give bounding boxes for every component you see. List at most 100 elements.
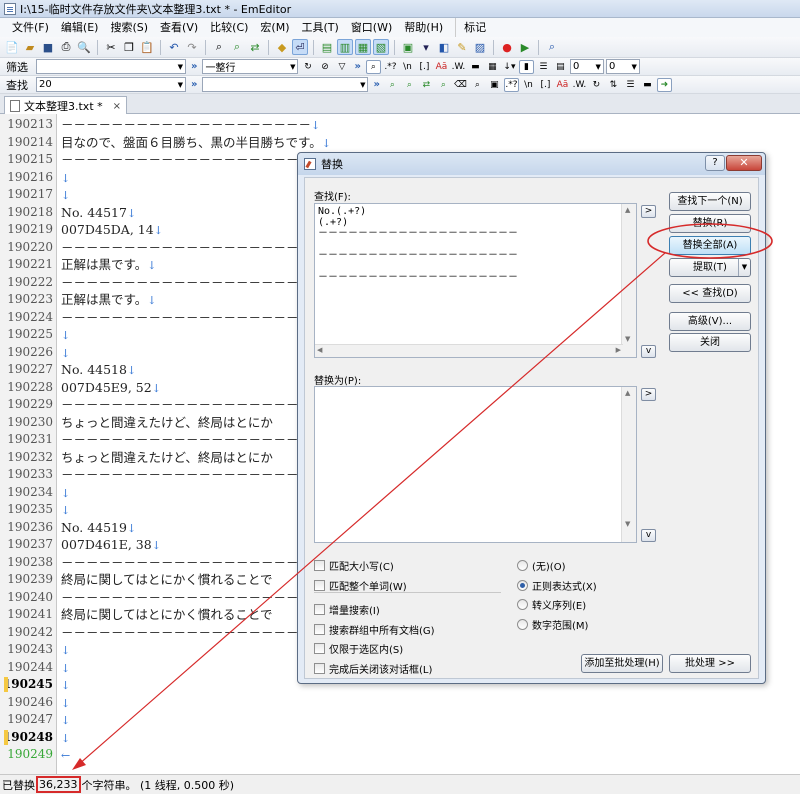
menu-help[interactable]: 帮助(H) [398, 18, 449, 37]
checkbox-box[interactable] [314, 663, 325, 674]
radio-circle[interactable] [517, 560, 528, 571]
checkbox-box[interactable] [314, 580, 325, 591]
cut-icon[interactable]: ✂ [103, 39, 119, 55]
regex-toggle-icon[interactable]: .*? [383, 60, 398, 74]
plugin-icon[interactable]: ◧ [436, 39, 452, 55]
find-next-icon[interactable]: ⌕ [402, 78, 417, 92]
option-checkbox[interactable]: 增量搜索(I) [314, 602, 380, 617]
radio-circle[interactable] [517, 599, 528, 610]
find-prev-icon[interactable]: ⌕ [385, 78, 400, 92]
replace-bar-icon[interactable]: ⇄ [419, 78, 434, 92]
context-icon[interactable]: ▤ [553, 60, 568, 74]
highlight-icon[interactable]: ◆ [274, 39, 290, 55]
minus-icon[interactable]: ▬ [468, 60, 483, 74]
replace-expand-button[interactable]: v [641, 529, 656, 542]
replace-with-textarea[interactable]: ▲ ▼ [314, 386, 637, 543]
chart-icon[interactable]: ▨ [472, 39, 488, 55]
find-all-icon[interactable]: ⌕ [436, 78, 451, 92]
advanced-filter-icon[interactable]: ▽ [334, 60, 349, 74]
column-icon[interactable]: ▥ [337, 39, 353, 55]
help-button[interactable]: ? [705, 155, 725, 171]
erase-icon[interactable]: ⌫ [453, 78, 468, 92]
filter-input[interactable]: ▼ [36, 59, 186, 74]
close-icon[interactable]: × [113, 101, 121, 112]
find-go-icon[interactable]: ➜ [656, 77, 672, 92]
new-file-icon[interactable]: 📄 [4, 39, 20, 55]
replace-all-button[interactable]: 替换全部(A) [669, 236, 751, 255]
copy-icon[interactable]: ❐ [121, 39, 137, 55]
find-bar-settings-icon[interactable]: ▬ [640, 78, 655, 92]
overflow-chevron-icon[interactable]: » [188, 79, 200, 90]
checkbox-box[interactable] [314, 624, 325, 635]
search-files-icon[interactable]: ⌕ [544, 39, 560, 55]
add-to-batch-button[interactable]: 添加至批处理(H) [581, 654, 663, 673]
find-collapse-button[interactable]: << 查找(D) [669, 284, 751, 303]
option-checkbox[interactable]: 匹配大小写(C) [314, 558, 394, 573]
menu-window[interactable]: 窗口(W) [345, 18, 398, 37]
find-escape-icon[interactable]: \n [521, 78, 536, 92]
view-icon[interactable]: ▤ [319, 39, 335, 55]
print-icon[interactable]: ⎙ [58, 39, 74, 55]
find-regex-icon[interactable]: .*? [503, 77, 519, 92]
bookmark-filter-icon[interactable]: ▮ [518, 59, 534, 74]
range-toggle-icon[interactable]: [.] [417, 60, 432, 74]
config-icon[interactable]: ▣ [400, 39, 416, 55]
word-toggle-icon[interactable]: .W. [451, 60, 466, 74]
record-macro-icon[interactable]: ● [499, 39, 515, 55]
extract-button[interactable]: 提取(T) ▼ [669, 258, 751, 277]
encoding-icon[interactable]: ▾ [418, 39, 434, 55]
context-before-spinner[interactable]: 0 ▼ [569, 59, 604, 74]
save-icon[interactable]: ■ [40, 39, 56, 55]
find-input[interactable]: 20 ▼ [36, 77, 186, 92]
outline-icon[interactable]: ▧ [373, 39, 389, 55]
find-what-textarea[interactable]: No.(.+?) (.+?) －－－－－－－－－－－－－－－－－－－－ －－－－… [314, 203, 637, 358]
replace-icon[interactable]: ⇄ [247, 39, 263, 55]
batch-button[interactable]: 批处理 >> [669, 654, 751, 673]
search-mode-radio[interactable]: (无)(O) [517, 558, 565, 573]
run-macro-icon[interactable]: ▶ [517, 39, 533, 55]
escape-toggle-icon[interactable]: \n [400, 60, 415, 74]
menu-compare[interactable]: 比较(C) [204, 18, 254, 37]
find-vertical-scrollbar[interactable]: ▲ ▼ [621, 204, 636, 357]
advanced-button[interactable]: 高级(V)... [669, 312, 751, 331]
checkbox-box[interactable] [314, 643, 325, 654]
radio-circle[interactable] [517, 619, 528, 630]
marker-icon[interactable]: ✎ [454, 39, 470, 55]
menu-macro[interactable]: 宏(M) [254, 18, 295, 37]
table-icon[interactable]: ▦ [485, 60, 500, 74]
option-checkbox[interactable]: 完成后关闭该对话框(L) [314, 661, 432, 676]
menu-edit[interactable]: 编辑(E) [55, 18, 105, 37]
option-checkbox[interactable]: 搜索群组中所有文档(G) [314, 622, 435, 637]
find-mark-icon[interactable]: ☰ [623, 78, 638, 92]
paste-icon[interactable]: 📋 [139, 39, 155, 55]
redo-icon[interactable]: ↷ [184, 39, 200, 55]
checkbox-box[interactable] [314, 604, 325, 615]
find-wrap-icon[interactable]: ↻ [589, 78, 604, 92]
find-next-button[interactable]: 查找下一个(N) [669, 192, 751, 211]
wrap-icon[interactable]: ⏎ [292, 39, 308, 55]
open-file-icon[interactable]: ▰ [22, 39, 38, 55]
filter-down-icon[interactable]: ↓▾ [502, 60, 517, 74]
replace-vertical-scrollbar[interactable]: ▲ ▼ [621, 387, 636, 542]
print-preview-icon[interactable]: 🔍 [76, 39, 92, 55]
context-after-spinner[interactable]: 0 ▼ [605, 59, 640, 74]
case-toggle-icon[interactable]: Aā [434, 60, 449, 74]
refresh-icon[interactable]: ↻ [300, 60, 315, 74]
tab-document[interactable]: 文本整理3.txt * × [4, 96, 128, 115]
option-checkbox[interactable]: 仅限于选区内(S) [314, 641, 403, 656]
menu-view[interactable]: 查看(V) [154, 18, 204, 37]
find-swap-icon[interactable]: ⇅ [606, 78, 621, 92]
search-mode-radio[interactable]: 转义序列(E) [517, 597, 586, 612]
find-extra-select[interactable]: ▼ [202, 77, 369, 92]
menu-tools[interactable]: 工具(T) [296, 18, 345, 37]
checkbox-box[interactable] [314, 560, 325, 571]
overflow-chevron-icon[interactable]: » [370, 79, 382, 90]
search-mode-radio[interactable]: 正则表达式(X) [517, 578, 597, 593]
overflow-chevron-icon[interactable]: » [351, 61, 363, 72]
split-icon[interactable]: ▦ [355, 39, 371, 55]
close-button[interactable]: 关闭 [669, 333, 751, 352]
bookmark-all-icon[interactable]: ▣ [487, 78, 502, 92]
clear-filter-icon[interactable]: ⊘ [317, 60, 332, 74]
menu-file[interactable]: 文件(F) [6, 18, 55, 37]
overflow-chevron-icon[interactable]: » [188, 61, 200, 72]
